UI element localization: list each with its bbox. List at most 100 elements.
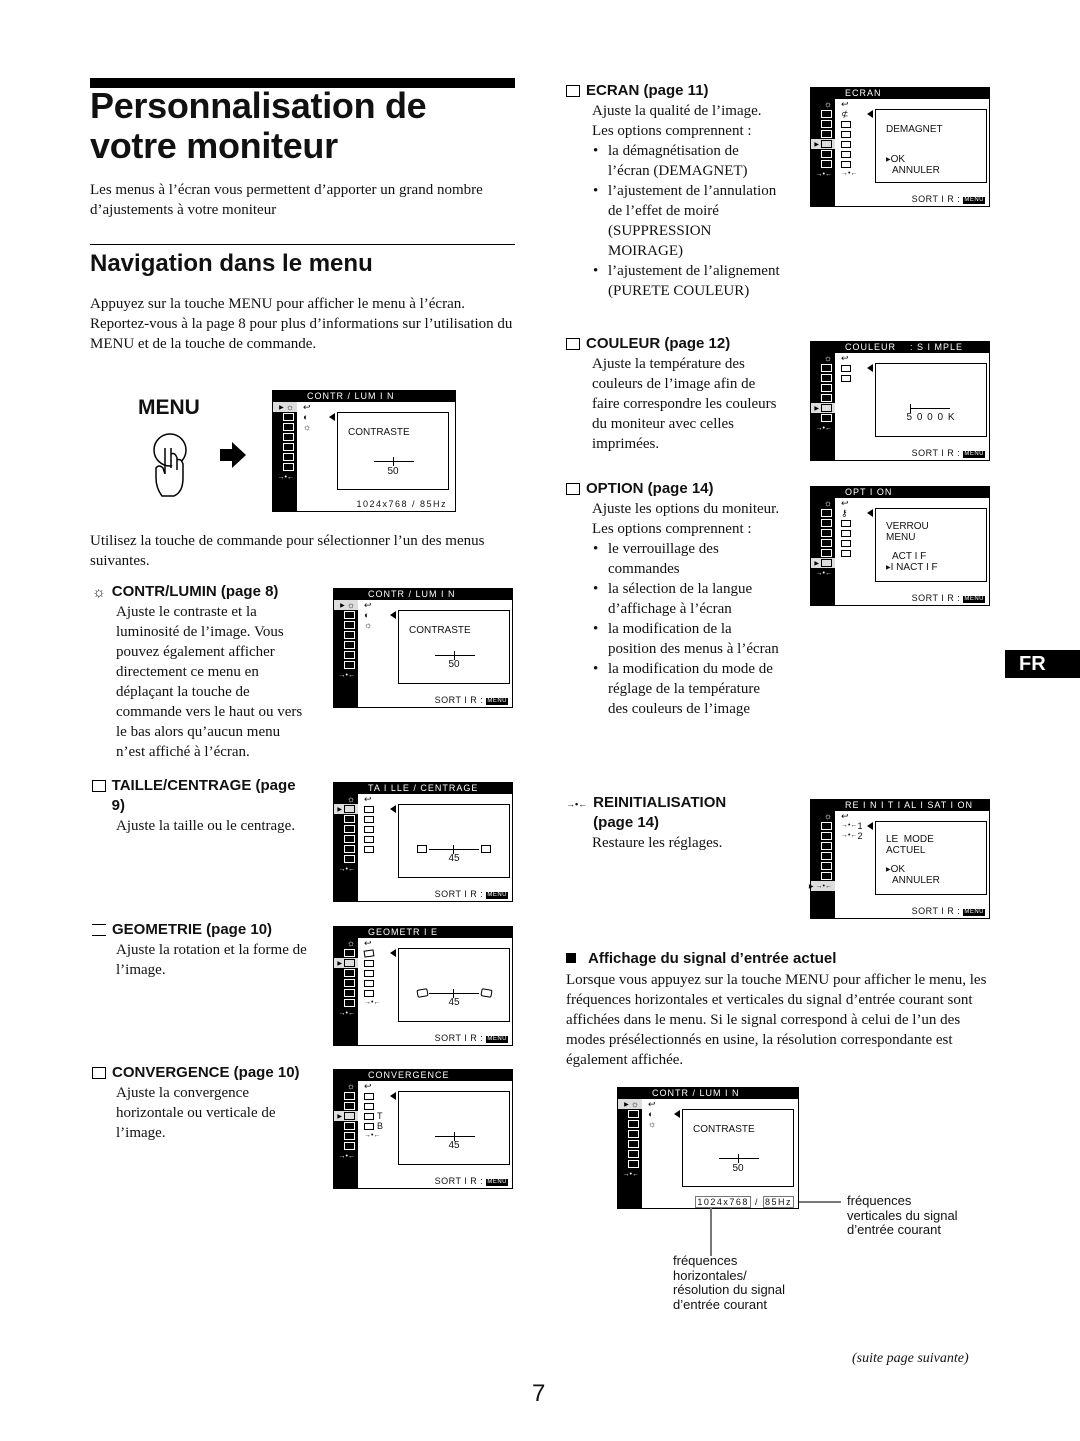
osd-icon-size: ▶ <box>334 804 358 814</box>
osd-title: GEOMETR I E <box>358 927 512 938</box>
osd-icon-convergence <box>334 630 358 640</box>
osd-sidebar-icons: ☼ ▶ →•← <box>811 498 835 578</box>
osd-icon-option <box>334 1141 358 1151</box>
osd-sidebar-icons: ▶ ☼ →•← <box>618 1099 642 1179</box>
osd-menu-couleur: COULEUR : S I MPLE ☼ ▶ →•← ↩ 5 0 0 0 K S… <box>810 341 990 461</box>
signal-title: Affichage du signal d’entrée actuel <box>588 950 837 967</box>
osd-sub-icons: ↩ T B →•← <box>364 1081 383 1141</box>
osd-panel: CONTRASTE 50 <box>337 412 449 490</box>
section-body: Ajuste la qualité de l’image. Les option… <box>592 103 762 139</box>
osd-sidebar-icons: ☼ ▶ →•← <box>334 1081 358 1161</box>
v-menu-position-icon <box>841 538 854 548</box>
osd-value: 45 <box>448 853 460 864</box>
osd-sub-icons: ↩ →•← <box>363 938 381 1008</box>
pincushion-icon <box>364 958 380 968</box>
section-divider <box>90 244 515 245</box>
osd-slider <box>435 1132 475 1141</box>
osd-slider <box>429 845 479 854</box>
osd-icon-color <box>811 548 835 558</box>
reset-icon: →•← <box>364 999 381 1006</box>
color-mode-icon <box>841 548 854 558</box>
color-icon <box>566 338 580 350</box>
exit-label: SORT I R : <box>434 1176 484 1186</box>
osd-title: CONTR / LUM I N <box>297 391 455 402</box>
osd-sub-icons: ↩ <box>841 353 854 383</box>
osd-title: COULEUR : S I MPLE <box>835 342 989 353</box>
osd-panel: 45 <box>398 1091 510 1165</box>
osd-panel-label: CONTRASTE <box>348 427 410 438</box>
osd-panel: CONTRASTE 50 <box>682 1109 794 1187</box>
osd-icon-reset: →•← <box>277 473 294 481</box>
section-title: ECRAN (page 11) <box>586 82 709 99</box>
purity-bl-icon <box>841 149 857 159</box>
purity-tr-icon <box>841 139 857 149</box>
return-icon: ↩ <box>841 811 849 821</box>
osd-icon-reset: →•← <box>815 170 832 178</box>
section-body: Ajuste la convergence horizontale ou ver… <box>116 1085 276 1141</box>
osd-icon-geometry <box>618 1119 642 1129</box>
osd-icon-convergence <box>334 968 358 978</box>
return-icon: ↩ <box>303 402 311 412</box>
section-body: Ajuste la rotation et la forme de l’imag… <box>116 942 307 978</box>
section-body-2: Les options comprennent : <box>592 521 752 537</box>
purity-br-icon <box>841 159 857 169</box>
language-tab: FR <box>1005 650 1080 678</box>
osd-icon-screen: ▶ <box>811 139 835 149</box>
osd-pointer-icon <box>390 611 396 619</box>
osd-menu-taille-centrage: TA I LLE / CENTRAGE ☼ ▶ →•← ↩ 45 SORT I … <box>333 782 513 902</box>
osd-value: 50 <box>448 659 460 670</box>
osd-icon-brightness: ▶ ☼ <box>618 1099 642 1109</box>
osd-sidebar-icons: ▶ ☼ →•← <box>273 402 297 482</box>
osd-pointer-icon <box>390 949 396 957</box>
section-title: REINITIALISATION (page 14) <box>593 794 727 831</box>
osd-icon-reset: →•← <box>338 865 355 873</box>
exit-label: SORT I R : <box>911 906 961 916</box>
bottom-convergence-icon: B <box>364 1121 383 1131</box>
section-body: Ajuste la température des couleurs de l’… <box>592 356 777 452</box>
osd-icon-option <box>811 159 835 169</box>
square-bullet-icon <box>566 953 576 963</box>
geometry-icon <box>92 924 106 936</box>
osd-icon-size <box>811 508 835 518</box>
osd-sidebar-icons: ☼ ▶ →•← <box>809 811 835 891</box>
reset-mode-icon: →•← 1 <box>841 821 863 831</box>
osd-icon-reset: →•← <box>338 1009 355 1017</box>
menu-key-icon: MENU <box>486 698 508 705</box>
resolution-readout: 1024x768 <box>695 1196 751 1208</box>
osd-icon-brightness: ☼ <box>346 794 355 804</box>
osd-icon-size <box>811 109 835 119</box>
callout-line-horizontal <box>710 1208 712 1256</box>
osd-icon-screen <box>334 978 358 988</box>
size-center-icon <box>92 780 106 792</box>
osd-icon-convergence <box>811 129 835 139</box>
brightness-icon: ☼ <box>648 1119 657 1129</box>
osd-pointer-icon <box>867 110 873 118</box>
h-size-icon <box>364 814 377 824</box>
osd-title: RE I N I T I AL I SAT I ON <box>835 800 989 811</box>
exit-label: SORT I R : <box>434 695 484 705</box>
osd-value: 45 <box>448 1140 460 1151</box>
exit-label: SORT I R : <box>911 448 961 458</box>
osd-panel-label-2: ACTUEL <box>886 845 926 856</box>
osd-sub-icons: ↩ ◐ ☼ <box>364 600 372 630</box>
exit-label: SORT I R : <box>911 194 961 204</box>
osd-signal-readout: 1024x768 / 85Hz <box>695 1196 794 1208</box>
section-body: Ajuste la taille ou le centrage. <box>116 818 296 834</box>
osd-menu-reinitialisation: RE I N I T I AL I SAT I ON ☼ ▶ →•← ↩ →•← 1… <box>809 799 990 919</box>
osd-menu-ecran: ECRAN ☼ ▶ →•← ↩ ⊄ →•← DEMAGNET ▶OK ANNUL… <box>810 87 990 207</box>
osd-icon-option <box>273 462 297 472</box>
osd-icon-geometry <box>811 119 835 129</box>
osd-footer: SORT I R : MENU <box>912 906 985 916</box>
trapezoid-icon <box>364 978 380 988</box>
osd-icon-brightness: ▶ ☼ <box>273 402 297 412</box>
bullet-list: la démagnétisation de l’écran (DEMAGNET)… <box>566 141 781 301</box>
language-icon <box>841 518 854 528</box>
osd-sidebar-icons: ☼ ▶ →•← <box>334 794 358 874</box>
section-body: Ajuste le contraste et la luminosité de … <box>116 604 303 760</box>
osd-pointer-icon <box>390 805 396 813</box>
osd-sub-icons: ↩ ⊄ →•← <box>841 99 857 179</box>
osd-panel: 45 <box>398 804 510 878</box>
osd-icon-brightness: ☼ <box>823 498 832 508</box>
reset-all-icon: →•← 2 <box>841 831 863 841</box>
contrast-icon: ◐ <box>648 1109 654 1119</box>
